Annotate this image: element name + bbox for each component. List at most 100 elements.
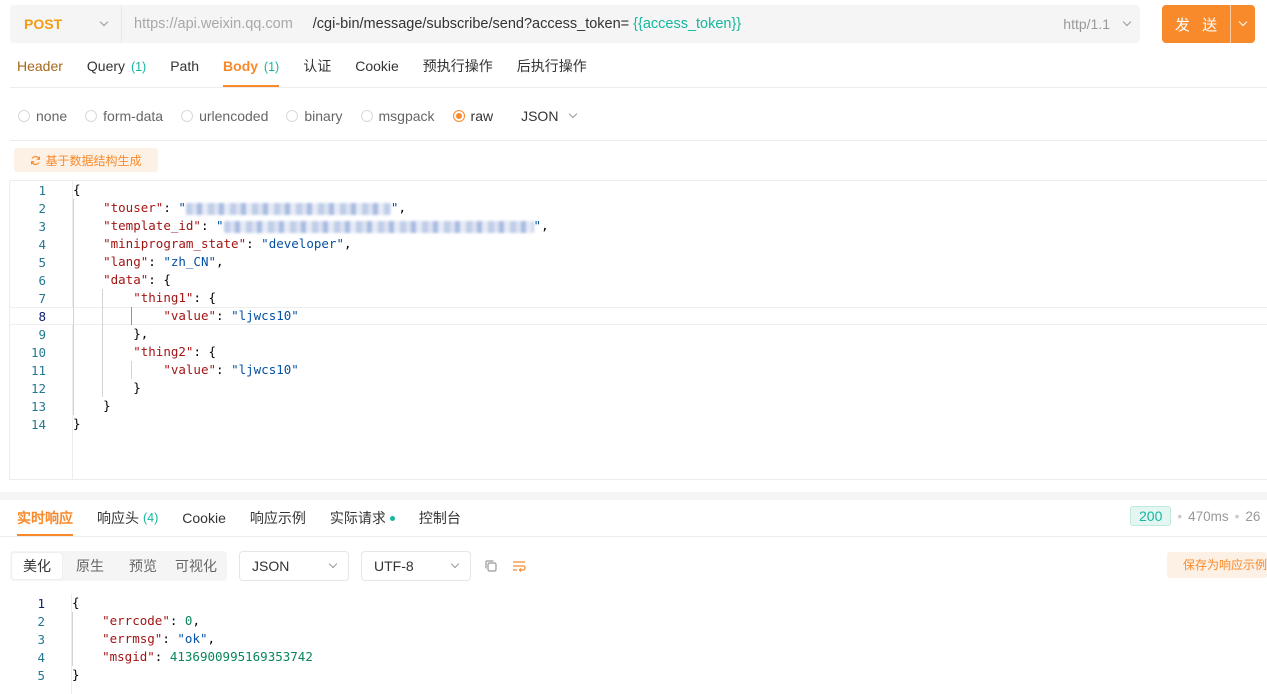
view-mode-pretty[interactable]: 美化 <box>12 553 62 579</box>
copy-icon[interactable] <box>483 558 499 574</box>
code-text: } <box>72 667 80 682</box>
tab-label: 控制台 <box>418 510 461 526</box>
tab-cookie[interactable]: Cookie <box>355 50 399 87</box>
tab-response-headers[interactable]: 响应头 (4) <box>97 500 158 536</box>
response-tabs: 实时响应 响应头 (4) Cookie 响应示例 实际请求 控制台 <box>17 500 485 536</box>
tab-response-cookie[interactable]: Cookie <box>182 500 226 536</box>
code-line: 1{ <box>9 594 1267 612</box>
line-number: 3 <box>38 218 46 234</box>
radio-form-data[interactable]: form-data <box>85 108 163 124</box>
view-mode-raw[interactable]: 原生 <box>65 553 115 579</box>
tab-label: 预执行操作 <box>422 58 493 74</box>
radio-raw[interactable]: raw <box>452 108 493 124</box>
tab-header[interactable]: Header <box>17 50 63 87</box>
tab-actual-request[interactable]: 实际请求 <box>330 500 395 536</box>
tab-count: (1) <box>263 60 280 74</box>
url-host[interactable]: https://api.weixin.qq.com <box>134 16 293 32</box>
generate-from-schema-button[interactable]: 基于数据结构生成 <box>14 148 158 172</box>
tab-label: 实际请求 <box>329 510 386 526</box>
redacted-value <box>185 202 391 215</box>
code-line: 4 "msgid": 4136900995169353742 <box>9 648 1267 666</box>
response-format-select[interactable]: JSON <box>239 551 349 581</box>
tab-live-response[interactable]: 实时响应 <box>17 500 73 536</box>
line-number: 11 <box>30 362 46 378</box>
response-status: 200 • 470ms • 26 <box>1130 506 1260 526</box>
code-line: 2 "errcode": 0, <box>9 612 1267 630</box>
url-path-input[interactable]: /cgi-bin/message/subscribe/send?access_t… <box>313 16 629 32</box>
body-type-divider <box>10 140 1267 141</box>
response-format-label: JSON <box>252 558 290 574</box>
tab-post-script[interactable]: 后执行操作 <box>517 50 587 87</box>
tab-console[interactable]: 控制台 <box>419 500 461 536</box>
send-button[interactable]: 发 送 <box>1162 5 1255 43</box>
tab-pre-script[interactable]: 预执行操作 <box>423 50 493 87</box>
wrap-lines-icon[interactable] <box>511 558 527 574</box>
code-line: 6 "data": { <box>10 271 1267 289</box>
line-number: 1 <box>37 595 45 611</box>
line-number: 2 <box>38 200 46 216</box>
code-line: 10 "thing2": { <box>10 343 1267 361</box>
code-line: 9 }, <box>10 325 1267 343</box>
method-select[interactable]: POST <box>10 5 122 43</box>
line-number: 1 <box>38 182 46 198</box>
http-version-select[interactable]: http/1.1 <box>1063 5 1132 43</box>
body-format-select[interactable]: JSON <box>521 108 578 124</box>
code-line: 14} <box>10 415 1267 433</box>
code-text: "value": "ljwcs10" <box>54 307 299 325</box>
tab-label: 认证 <box>303 58 332 74</box>
radio-circle <box>85 110 98 122</box>
radio-none[interactable]: none <box>18 108 67 124</box>
http-version-label: http/1.1 <box>1063 16 1110 32</box>
view-mode-visualize[interactable]: 可视化 <box>171 553 221 579</box>
radio-urlencoded[interactable]: urlencoded <box>181 108 268 124</box>
generate-label: 基于数据结构生成 <box>45 153 142 168</box>
chevron-down-icon <box>328 559 338 569</box>
send-options-dropdown[interactable] <box>1231 17 1255 27</box>
tab-label: Path <box>170 58 200 74</box>
status-dot-icon <box>389 515 395 521</box>
line-number: 3 <box>37 631 45 647</box>
tab-response-examples[interactable]: 响应示例 <box>250 500 306 536</box>
msgid-value: 4136900995169353742 <box>169 649 313 664</box>
line-number: 10 <box>30 344 46 360</box>
save-as-example-button[interactable]: 保存为响应示例 <box>1167 552 1267 578</box>
code-text: "msgid": 4136900995169353742 <box>53 648 313 666</box>
code-text: "thing2": { <box>54 343 216 361</box>
separator-dot: • <box>1234 508 1240 524</box>
code-text: "thing1": { <box>54 289 216 307</box>
code-line: 12 } <box>10 379 1267 397</box>
lang-value: zh_CN <box>170 254 209 269</box>
radio-circle <box>286 110 299 122</box>
separator-dot: • <box>1177 508 1183 524</box>
view-mode-preview[interactable]: 预览 <box>118 553 168 579</box>
code-text: "miniprogram_state": "developer", <box>54 235 352 253</box>
request-tabs: Header Query (1) Path Body (1) 认证 Cookie… <box>17 50 611 87</box>
code-line: 3 "errmsg": "ok", <box>9 630 1267 648</box>
chevron-down-icon <box>569 109 578 119</box>
request-body-editor[interactable]: 1{ 2 "touser": " ", 3 "template_id": " ", … <box>9 181 1267 479</box>
line-number: 5 <box>37 667 45 683</box>
url-variable[interactable]: {{access_token}} <box>633 16 741 32</box>
chevron-down-icon <box>99 17 109 27</box>
errcode-value: 0 <box>184 613 193 628</box>
editor-bottom-divider <box>9 479 1267 480</box>
radio-binary[interactable]: binary <box>286 108 343 124</box>
line-number: 14 <box>30 416 46 432</box>
response-separator <box>0 492 1267 500</box>
tab-body[interactable]: Body (1) <box>223 50 280 87</box>
line-number: 12 <box>30 380 46 396</box>
tab-query[interactable]: Query (1) <box>87 50 146 87</box>
code-text: { <box>73 182 81 197</box>
tab-path[interactable]: Path <box>170 50 199 87</box>
code-text: } <box>73 416 81 431</box>
response-encoding-select[interactable]: UTF-8 <box>361 551 471 581</box>
line-number: 7 <box>38 290 46 306</box>
code-line: 5 "lang": "zh_CN", <box>10 253 1267 271</box>
line-number: 13 <box>30 398 46 414</box>
code-text: { <box>72 595 80 610</box>
code-line: 4 "miniprogram_state": "developer", <box>10 235 1267 253</box>
tab-label: 实时响应 <box>17 510 73 526</box>
tab-auth[interactable]: 认证 <box>303 50 331 87</box>
code-text: "touser": " ", <box>54 199 406 217</box>
radio-msgpack[interactable]: msgpack <box>360 108 435 124</box>
